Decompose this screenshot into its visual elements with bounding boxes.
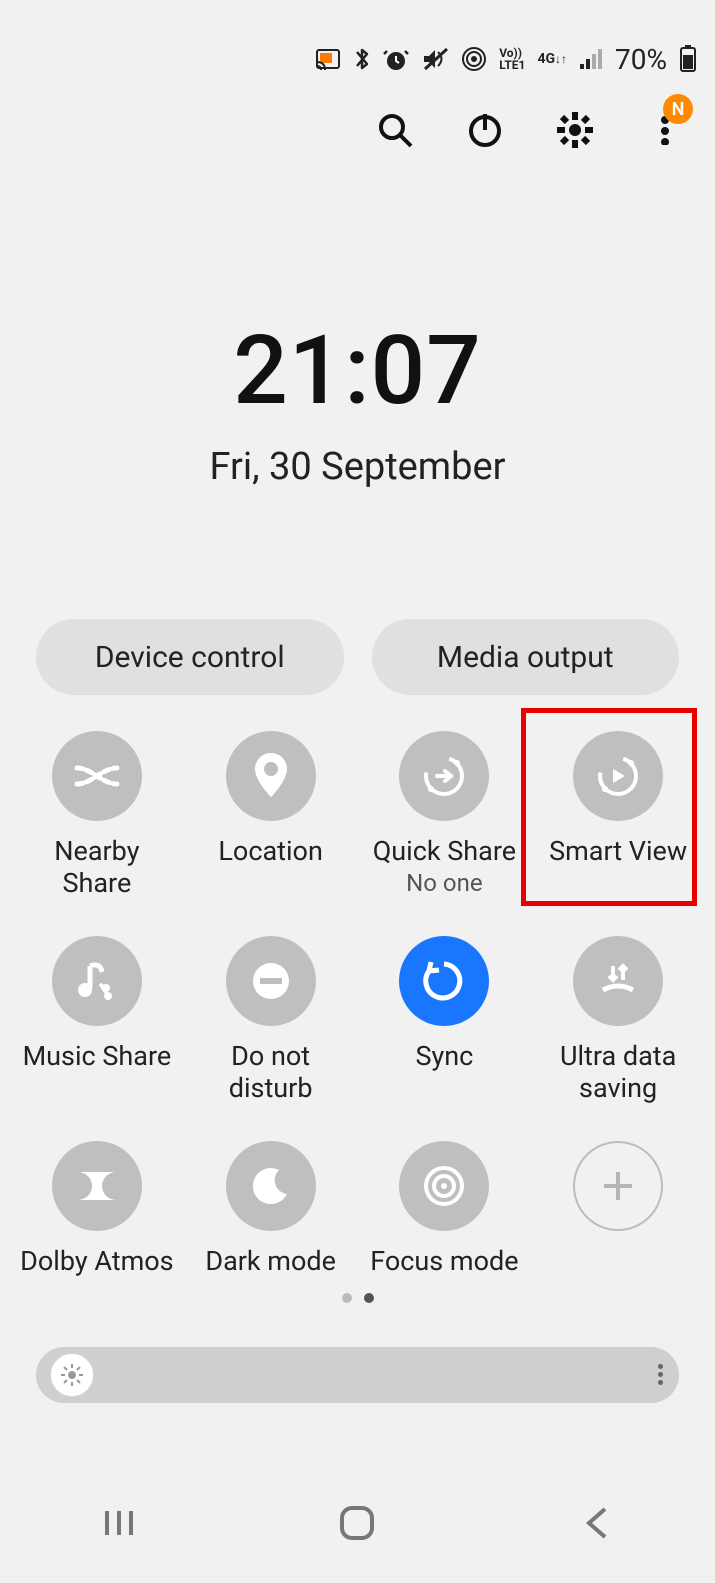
pill-row: Device control Media output <box>0 619 715 695</box>
quick-settings-grid: Nearby Share Location Quick ShareNo one Sma… <box>0 725 715 1277</box>
back-button[interactable] <box>566 1493 626 1553</box>
tile-focus-mode[interactable]: Focus mode <box>358 1135 532 1277</box>
tile-dnd[interactable]: Do not disturb <box>184 930 358 1105</box>
recents-icon <box>99 1503 139 1543</box>
tile-label: Smart View <box>549 835 687 867</box>
tile-location[interactable]: Location <box>184 725 358 900</box>
clock-date: Fri, 30 September <box>0 445 715 489</box>
tile-label: Do not disturb <box>191 1040 351 1105</box>
pill-label: Media output <box>437 640 614 675</box>
power-icon <box>465 110 505 150</box>
back-icon <box>579 1503 613 1543</box>
smart-view-icon <box>573 731 663 821</box>
dolby-icon <box>52 1141 142 1231</box>
clock-block: 21:07 Fri, 30 September <box>0 315 715 489</box>
tile-label: Sync <box>415 1040 473 1072</box>
status-bar: Vo))LTE1 4G↓↑ 70% <box>0 0 715 64</box>
search-button[interactable] <box>375 110 415 150</box>
media-output-button[interactable]: Media output <box>372 619 680 695</box>
gear-icon <box>555 110 595 150</box>
dark-mode-icon <box>226 1141 316 1231</box>
tile-label: Dark mode <box>205 1245 336 1277</box>
brightness-slider[interactable] <box>36 1347 679 1403</box>
tile-nearby-share[interactable]: Nearby Share <box>10 725 184 900</box>
pill-label: Device control <box>95 640 285 675</box>
brightness-thumb[interactable] <box>50 1353 94 1397</box>
tile-smart-view[interactable]: Smart View <box>531 725 705 900</box>
search-icon <box>375 110 415 150</box>
music-share-icon <box>52 936 142 1026</box>
power-button[interactable] <box>465 110 505 150</box>
focus-mode-icon <box>399 1141 489 1231</box>
settings-button[interactable] <box>555 110 595 150</box>
tile-label: Music Share <box>23 1040 172 1072</box>
device-control-button[interactable]: Device control <box>36 619 344 695</box>
sun-icon <box>60 1363 84 1387</box>
tile-quick-share[interactable]: Quick ShareNo one <box>358 725 532 900</box>
tile-dark-mode[interactable]: Dark mode <box>184 1135 358 1277</box>
tile-sublabel: No one <box>406 869 482 897</box>
tile-ultra-data[interactable]: Ultra data saving <box>531 930 705 1105</box>
panel-action-row: N <box>0 64 715 150</box>
sync-icon <box>399 936 489 1026</box>
recents-button[interactable] <box>89 1493 149 1553</box>
navigation-bar <box>0 1463 715 1583</box>
quick-share-icon <box>399 731 489 821</box>
tile-label: Quick Share <box>373 835 516 867</box>
tile-dolby[interactable]: Dolby Atmos <box>10 1135 184 1277</box>
clock-time: 21:07 <box>0 315 715 427</box>
add-icon <box>573 1141 663 1231</box>
brightness-menu-icon[interactable] <box>658 1364 663 1385</box>
brightness-row <box>0 1347 715 1403</box>
ultra-data-icon <box>573 936 663 1026</box>
location-icon <box>226 731 316 821</box>
home-icon <box>336 1502 378 1544</box>
page-dot[interactable] <box>364 1293 374 1303</box>
home-button[interactable] <box>327 1493 387 1553</box>
tile-sync[interactable]: Sync <box>358 930 532 1105</box>
tile-label: Dolby Atmos <box>20 1245 173 1277</box>
tile-label: Focus mode <box>370 1245 518 1277</box>
page-dot[interactable] <box>342 1293 352 1303</box>
tile-music-share[interactable]: Music Share <box>10 930 184 1105</box>
tile-add[interactable] <box>531 1135 705 1277</box>
page-indicator <box>0 1293 715 1303</box>
dnd-icon <box>226 936 316 1026</box>
notification-badge: N <box>663 94 693 124</box>
tile-label: Location <box>218 835 322 867</box>
tile-label: Nearby Share <box>17 835 177 900</box>
tile-label: Ultra data saving <box>538 1040 698 1105</box>
nearby-share-icon <box>52 731 142 821</box>
